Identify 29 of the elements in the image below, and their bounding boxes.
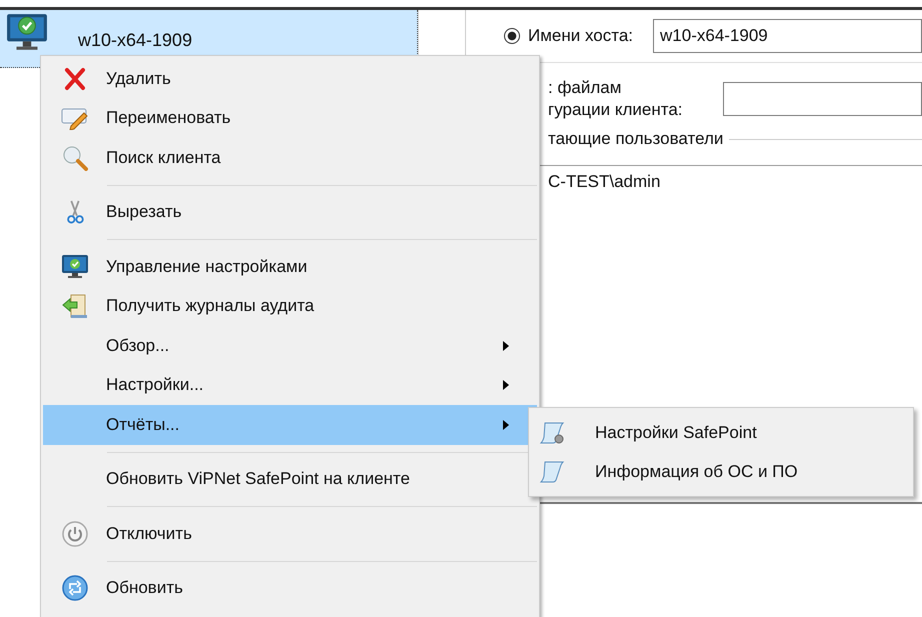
radio-label: Имени хоста: [528, 26, 634, 46]
menu-item[interactable]: Обзор... [43, 326, 537, 366]
config-path-field[interactable] [722, 82, 922, 116]
menu-item[interactable]: Отчёты... [43, 405, 537, 444]
group-title: тающие пользователи [548, 129, 724, 149]
user-item[interactable]: C-TEST\admin [548, 172, 660, 191]
delete-icon [62, 66, 86, 91]
search-icon [62, 144, 88, 171]
monitor-check-icon [60, 254, 88, 280]
menu-item[interactable]: Получить журналы аудита [43, 286, 537, 326]
pencil-icon [60, 106, 88, 130]
menu-item[interactable]: Управление настройками [43, 247, 537, 286]
field-label: : файлам [548, 77, 622, 99]
menu-item[interactable]: Отключить [43, 514, 537, 554]
menu-item[interactable]: Настройки... [43, 366, 537, 405]
radio-button[interactable] [504, 28, 520, 44]
tree-item-label: w10-x64-1909 [78, 30, 192, 52]
refresh-icon [62, 575, 88, 602]
menu-item[interactable]: Поиск клиента [43, 138, 537, 178]
menu-item[interactable]: Обновить [43, 568, 537, 608]
scroll-icon [539, 460, 565, 484]
menu-item[interactable]: Вырезать [43, 192, 537, 232]
power-icon [62, 520, 88, 547]
hostname-field[interactable]: w10-x64-1909 [653, 19, 922, 53]
menu-item[interactable]: Информация об ОС и ПО [531, 452, 911, 491]
menu-item[interactable]: Переименовать [43, 98, 537, 138]
log-import-icon [60, 293, 88, 320]
scroll-gear-icon [539, 420, 565, 444]
field-label: гурации клиента: [548, 99, 683, 121]
